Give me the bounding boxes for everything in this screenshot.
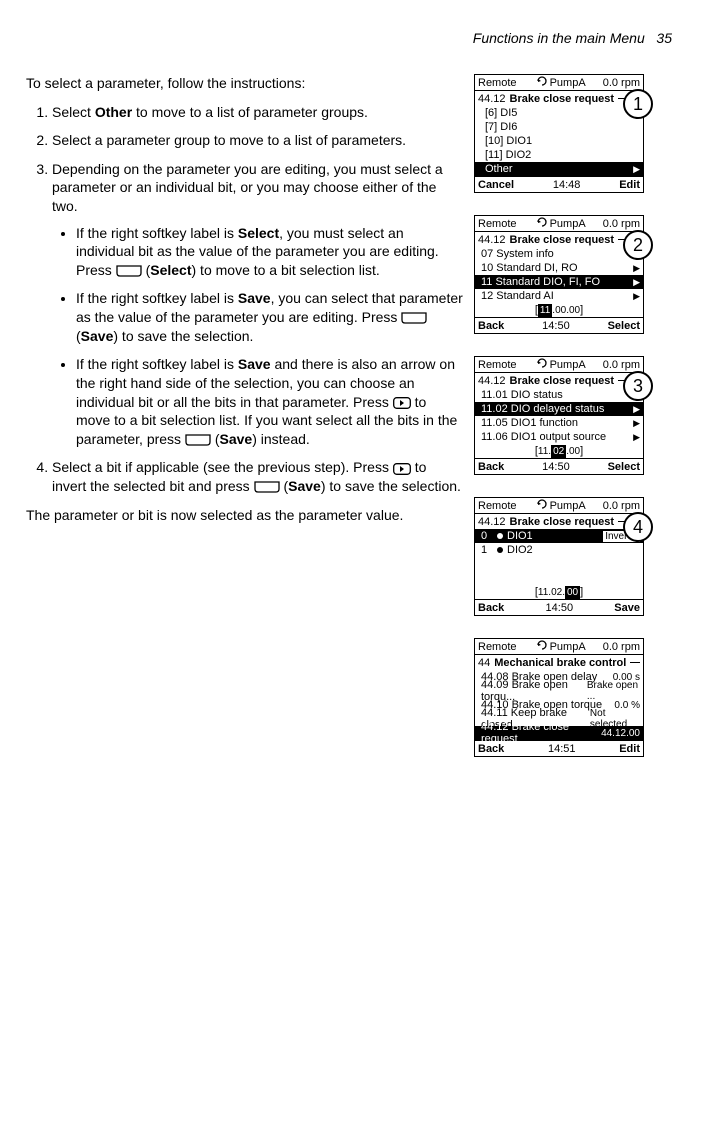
device-screen-4: 4 Remote PumpA 0.0 rpm 44.12 Brake close… (474, 497, 644, 616)
softkey-right-icon (254, 481, 280, 493)
softkey-right[interactable]: Select (608, 320, 640, 332)
bit-state-icon (497, 547, 503, 553)
softkey-bar: Cancel 14:48 Edit (475, 176, 643, 192)
device-screen-1: 1 Remote PumpA 0.0 rpm 44.12 Brake close… (474, 74, 644, 193)
status-bar: Remote PumpA 0.0 rpm (475, 639, 643, 655)
list-item[interactable]: 11 Standard DIO, FI, FO▶ (475, 275, 643, 289)
arrow-icon: ▶ (633, 291, 640, 302)
list-item[interactable]: [10] DIO1 (475, 134, 643, 148)
list-item[interactable]: 44.09 Brake open torqu...Brake open ... (475, 684, 643, 698)
header-title: Functions in the main Menu (473, 30, 645, 46)
arrow-icon: ▶ (633, 418, 640, 429)
arrow-icon: ▶ (633, 432, 640, 443)
softkey-left[interactable]: Back (478, 602, 504, 614)
right-arrow-icon (393, 463, 411, 475)
step-3: Depending on the parameter you are editi… (52, 160, 464, 449)
list-item[interactable]: 10 Standard DI, RO▶ (475, 261, 643, 275)
softkey-right-icon (185, 434, 211, 446)
param-title: 44.12 Brake close request (475, 232, 643, 247)
step-4: Select a bit if applicable (see the prev… (52, 458, 464, 495)
path-indicator: [ 11.02.00 ] (475, 585, 643, 599)
page-header: Functions in the main Menu 35 (26, 30, 672, 46)
list-item[interactable]: 11.05 DIO1 function▶ (475, 416, 643, 430)
list-area: 07 System info10 Standard DI, RO▶11 Stan… (475, 247, 643, 303)
softkey-bar: Back 14:50 Select (475, 458, 643, 474)
clock: 14:50 (504, 461, 607, 473)
bit-state-icon (497, 533, 503, 539)
list-item[interactable]: 11.06 DIO1 output source▶ (475, 430, 643, 444)
list-item[interactable]: 12 Standard AI▶ (475, 289, 643, 303)
group-title: 44 Mechanical brake control (475, 655, 643, 670)
clock: 14:48 (514, 179, 619, 191)
softkey-left[interactable]: Cancel (478, 179, 514, 191)
step-2: Select a parameter group to move to a li… (52, 131, 464, 150)
status-bar: Remote PumpA 0.0 rpm (475, 75, 643, 91)
rotation-icon (536, 358, 548, 371)
path-indicator: [ 11.02.00 ] (475, 444, 643, 458)
clock: 14:50 (504, 320, 607, 332)
badge-2: 2 (623, 230, 653, 260)
list-item[interactable]: 11.01 DIO status (475, 388, 643, 402)
softkey-right[interactable]: Edit (619, 179, 640, 191)
arrow-icon: ▶ (633, 404, 640, 415)
status-bar: Remote PumpA 0.0 rpm (475, 498, 643, 514)
list-item[interactable]: 07 System info (475, 247, 643, 261)
softkey-bar: Back 14:50 Select (475, 317, 643, 333)
rotation-icon (536, 640, 548, 653)
badge-1: 1 (623, 89, 653, 119)
clock: 14:50 (504, 602, 614, 614)
param-title: 44.12 Brake close request (475, 91, 643, 106)
instructions-column: To select a parameter, follow the instru… (26, 74, 474, 538)
softkey-right[interactable]: Select (608, 461, 640, 473)
list-item[interactable]: 11.02 DIO delayed status▶ (475, 402, 643, 416)
list-area: [6] DI5[7] DI6[10] DIO1[11] DIO2Other▶ (475, 106, 643, 176)
device-screen-2: 2 Remote PumpA 0.0 rpm 44.12 Brake close… (474, 215, 644, 334)
rotation-icon (536, 76, 548, 89)
badge-3: 3 (623, 371, 653, 401)
bit-row[interactable]: 0DIO1Invert ▸ (475, 529, 643, 543)
param-title: 44.12 Brake close request (475, 514, 643, 529)
steps-list: Select Other to move to a list of parame… (26, 103, 464, 496)
closing-text: The parameter or bit is now selected as … (26, 506, 464, 525)
arrow-icon: ▶ (633, 164, 640, 175)
path-indicator: [ 11.00.00 ] (475, 303, 643, 317)
softkey-right-icon (401, 312, 427, 324)
badge-4: 4 (623, 512, 653, 542)
softkey-bar: Back 14:50 Save (475, 599, 643, 615)
param-title: 44.12 Brake close request (475, 373, 643, 388)
list-item[interactable]: [7] DI6 (475, 120, 643, 134)
softkey-bar: Back 14:51 Edit (475, 740, 643, 756)
list-item[interactable]: [6] DI5 (475, 106, 643, 120)
softkey-left[interactable]: Back (478, 743, 504, 755)
list-item[interactable]: 44.12 Brake close request44.12.00 (475, 726, 643, 740)
list-area: 11.01 DIO status11.02 DIO delayed status… (475, 388, 643, 444)
bit-row[interactable]: 1DIO2 (475, 543, 643, 557)
arrow-icon: ▶ (633, 263, 640, 274)
device-screen-3: 3 Remote PumpA 0.0 rpm 44.12 Brake close… (474, 356, 644, 475)
softkey-right-icon (116, 265, 142, 277)
bit-list: 0DIO1Invert ▸1DIO2 (475, 529, 643, 557)
status-bar: Remote PumpA 0.0 rpm (475, 357, 643, 373)
softkey-left[interactable]: Back (478, 461, 504, 473)
softkey-left[interactable]: Back (478, 320, 504, 332)
list-area: 44.08 Brake open delay0.00 s44.09 Brake … (475, 670, 643, 740)
rotation-icon (536, 217, 548, 230)
status-bar: Remote PumpA 0.0 rpm (475, 216, 643, 232)
arrow-icon: ▶ (633, 277, 640, 288)
rotation-icon (536, 499, 548, 512)
clock: 14:51 (504, 743, 619, 755)
list-item[interactable]: Other▶ (475, 162, 643, 176)
intro-text: To select a parameter, follow the instru… (26, 74, 464, 93)
bullet-save-arrow: If the right softkey label is Save and t… (76, 355, 464, 448)
device-screen-5: Remote PumpA 0.0 rpm 44 Mechanical brake… (474, 638, 644, 757)
right-arrow-icon (393, 397, 411, 409)
screenshots-column: 1 Remote PumpA 0.0 rpm 44.12 Brake close… (474, 74, 662, 757)
bullet-select: If the right softkey label is Select, yo… (76, 224, 464, 280)
list-item[interactable]: [11] DIO2 (475, 148, 643, 162)
softkey-right[interactable]: Save (614, 602, 640, 614)
step-1: Select Other to move to a list of parame… (52, 103, 464, 122)
softkey-right[interactable]: Edit (619, 743, 640, 755)
page-number: 35 (656, 30, 672, 46)
bullet-save: If the right softkey label is Save, you … (76, 289, 464, 345)
